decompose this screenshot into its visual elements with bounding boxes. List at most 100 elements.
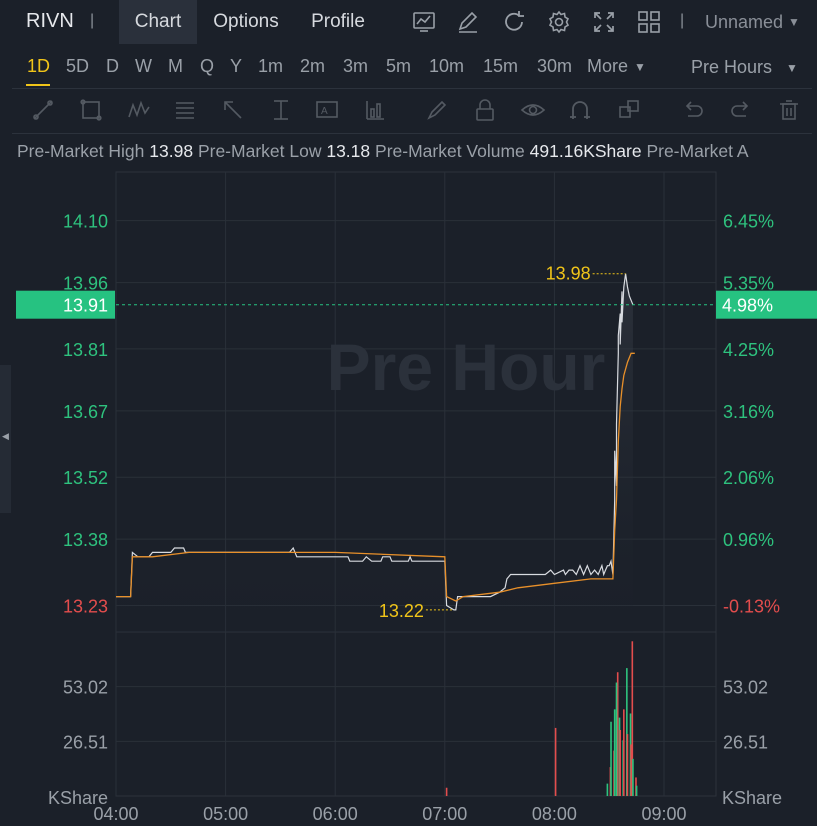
x-tick-label: 07:00 (422, 804, 467, 824)
volume-tick-label-right: 26.51 (723, 732, 768, 752)
timeframe-15m[interactable]: 15m (483, 56, 518, 77)
redo-icon[interactable] (728, 97, 754, 123)
volume-tick-label: 53.02 (63, 678, 108, 698)
timeframe-1m[interactable]: 1m (258, 56, 283, 77)
timeframe-more[interactable]: More (587, 56, 628, 77)
timeframe-5d[interactable]: 5D (66, 56, 89, 77)
x-tick-label: 05:00 (203, 804, 248, 824)
session-caret-icon[interactable]: ▼ (786, 61, 798, 75)
premarket-stats: Pre-Market High 13.98 Pre-Market Low 13.… (17, 141, 817, 162)
timeframe-2m[interactable]: 2m (300, 56, 325, 77)
x-tick-label: 06:00 (313, 804, 358, 824)
price-chart[interactable]: 04:00 05:00 06:00 07:00 08:00 09:0014.10 6.45%… (0, 168, 817, 826)
top-tab-bar: RIVN | Chart Options Profile | Unnamed ▼ (0, 0, 817, 44)
undo-icon[interactable] (680, 97, 706, 123)
volume-bar (606, 783, 609, 796)
premarket-trailing-label: Pre-Market A (646, 141, 749, 161)
text-icon[interactable]: A (314, 97, 340, 123)
tab-chart[interactable]: Chart (119, 0, 197, 44)
premarket-low-label: Pre-Market Low (197, 141, 322, 161)
svg-text:A: A (321, 106, 328, 117)
timeframe-30m[interactable]: 30m (537, 56, 572, 77)
timeframe-q[interactable]: Q (200, 56, 214, 77)
volume-bar (619, 729, 621, 796)
volume-bar (632, 758, 634, 796)
price-tick-label: 14.10 (63, 212, 108, 232)
last-price-label: 13.91 (63, 296, 108, 316)
premarket-volume-value: 491.16KShare (529, 141, 642, 161)
volume-tick-label: 26.51 (63, 732, 108, 752)
volume-unit-label-right: KShare (722, 788, 782, 808)
timeframe-1d[interactable]: 1D (27, 56, 50, 77)
eye-icon[interactable] (520, 97, 546, 123)
price-tick-label: 13.23 (63, 596, 108, 616)
rectangle-icon[interactable] (78, 97, 104, 123)
arrow-icon[interactable] (220, 97, 246, 123)
brush-icon[interactable] (424, 97, 450, 123)
premarket-low-value: 13.18 (326, 141, 371, 161)
timeframe-3m[interactable]: 3m (343, 56, 368, 77)
layers-icon[interactable] (616, 97, 642, 123)
layout-name-dropdown[interactable]: Unnamed (705, 12, 783, 33)
volume-bar (613, 709, 616, 796)
volume-bar (623, 709, 625, 796)
watermark-text: Pre Hour (327, 330, 606, 404)
trash-icon[interactable] (776, 97, 802, 123)
timeframe-y[interactable]: Y (230, 56, 242, 77)
price-tick-label: 13.67 (63, 402, 108, 422)
volume-unit-label: KShare (48, 788, 108, 808)
timeframe-10m[interactable]: 10m (429, 56, 464, 77)
price-tick-label: 13.96 (63, 274, 108, 294)
price-tick-label: 13.81 (63, 340, 108, 360)
more-caret-icon[interactable]: ▼ (634, 60, 646, 74)
settings-gear-icon[interactable] (546, 9, 572, 35)
fib-lines-icon[interactable] (172, 97, 198, 123)
high-marker-label: 13.98 (546, 264, 591, 284)
drawing-toolbar: A (12, 88, 812, 134)
lock-icon[interactable] (472, 97, 498, 123)
chevron-left-icon[interactable]: ◀ (2, 431, 9, 442)
last-percent-label: 4.98% (722, 296, 773, 316)
timeframe-d[interactable]: D (106, 56, 119, 77)
percent-tick-label: 6.45% (723, 212, 774, 232)
left-panel-toggle[interactable]: ◀ (0, 365, 11, 513)
low-marker-label: 13.22 (379, 601, 424, 621)
magnet-icon[interactable] (567, 97, 593, 123)
volume-bar (610, 721, 612, 796)
header-separator: | (90, 12, 95, 29)
refresh-icon[interactable] (501, 9, 527, 35)
chevron-down-icon[interactable]: ▼ (788, 15, 800, 29)
price-tick-label: 13.38 (63, 530, 108, 550)
fullscreen-icon[interactable] (591, 9, 617, 35)
timeframe-5m[interactable]: 5m (386, 56, 411, 77)
volume-tick-label-right: 53.02 (723, 678, 768, 698)
bar-pattern-icon[interactable] (362, 97, 388, 123)
ticker-symbol[interactable]: RIVN (26, 10, 74, 33)
tab-options[interactable]: Options (203, 0, 289, 44)
premarket-volume-label: Pre-Market Volume (375, 141, 525, 161)
premarket-high-label: Pre-Market High (17, 141, 145, 161)
header-separator-2: | (680, 12, 685, 29)
measure-icon[interactable] (268, 97, 294, 123)
pattern-icon[interactable] (126, 97, 152, 123)
draw-pen-icon[interactable] (455, 9, 481, 35)
percent-tick-label: 2.06% (723, 468, 774, 488)
percent-tick-label: 5.35% (723, 274, 774, 294)
trend-line-icon[interactable] (30, 97, 56, 123)
price-tick-label: 13.52 (63, 468, 108, 488)
premarket-high-value: 13.98 (149, 141, 194, 161)
volume-bar (626, 734, 629, 796)
layout-grid-icon[interactable] (636, 9, 662, 35)
percent-tick-label: 4.25% (723, 340, 774, 360)
percent-tick-label: -0.13% (723, 596, 780, 616)
percent-tick-label: 0.96% (723, 530, 774, 550)
active-timeframe-underline (26, 84, 50, 86)
tab-profile[interactable]: Profile (300, 0, 376, 44)
timeframe-m[interactable]: M (168, 56, 183, 77)
x-tick-label: 09:00 (641, 804, 686, 824)
indicator-chart-icon[interactable] (411, 9, 437, 35)
timeframe-w[interactable]: W (135, 56, 152, 77)
session-dropdown[interactable]: Pre Hours (691, 57, 772, 78)
timeframe-bar: 1D 5D D W M Q Y 1m 2m 3m 5m 10m 15m 30m … (0, 48, 817, 86)
volume-bar (554, 727, 557, 796)
